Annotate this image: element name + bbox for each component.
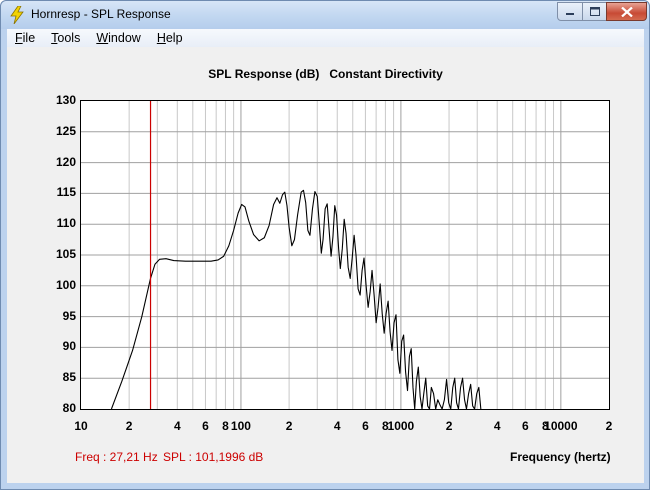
spl-curve	[110, 189, 482, 410]
close-icon	[620, 6, 633, 17]
y-tick-label: 125	[55, 123, 76, 138]
maximize-icon	[589, 7, 600, 16]
menu-tools[interactable]: Tools	[43, 31, 88, 45]
spl-chart	[81, 101, 609, 410]
menu-bar: File Tools Window Help	[7, 29, 644, 47]
x-tick-label: 2	[125, 419, 133, 433]
x-tick-label: 10	[74, 419, 88, 433]
x-tick-label: 2	[605, 419, 613, 433]
minimize-icon	[566, 12, 574, 15]
y-tick-label: 120	[55, 154, 76, 169]
spl-readout: SPL : 101,1996 dB	[163, 450, 264, 464]
app-window: Hornresp - SPL Response File Tools Window H…	[0, 0, 650, 490]
chart-title: SPL Response (dB) Constant Directivity	[208, 67, 443, 81]
y-tick-label: 90	[62, 339, 76, 354]
plot-area[interactable]	[80, 100, 610, 410]
y-tick-label: 85	[62, 370, 76, 385]
window-title: Hornresp - SPL Response	[31, 7, 171, 21]
x-tick-label: 10000	[544, 419, 578, 433]
x-tick-label: 2	[285, 419, 293, 433]
close-button[interactable]	[606, 2, 647, 21]
maximize-button[interactable]	[582, 2, 607, 21]
x-tick-label: 2	[445, 419, 453, 433]
x-tick-label: 100	[230, 419, 251, 433]
frequency-readout: Freq : 27,21 Hz	[75, 450, 158, 464]
y-tick-label: 105	[55, 247, 76, 261]
menu-file[interactable]: File	[7, 31, 43, 45]
y-tick-label: 100	[55, 277, 76, 292]
spl-chart-panel: SPL Response (dB) Constant Directivity 1…	[7, 47, 644, 483]
y-tick-label: 115	[56, 185, 76, 200]
minimize-button[interactable]	[557, 2, 583, 21]
lightning-icon	[10, 6, 24, 24]
y-tick-label: 130	[55, 93, 76, 107]
menu-window[interactable]: Window	[88, 31, 148, 45]
y-tick-label: 80	[62, 401, 76, 415]
y-tick-label: 110	[56, 216, 76, 231]
menu-help[interactable]: Help	[149, 31, 191, 45]
x-tick-label: 1000	[387, 419, 415, 433]
x-axis-label: Frequency (hertz)	[510, 450, 611, 464]
title-bar[interactable]: Hornresp - SPL Response	[1, 1, 649, 29]
y-tick-label: 95	[62, 308, 76, 323]
